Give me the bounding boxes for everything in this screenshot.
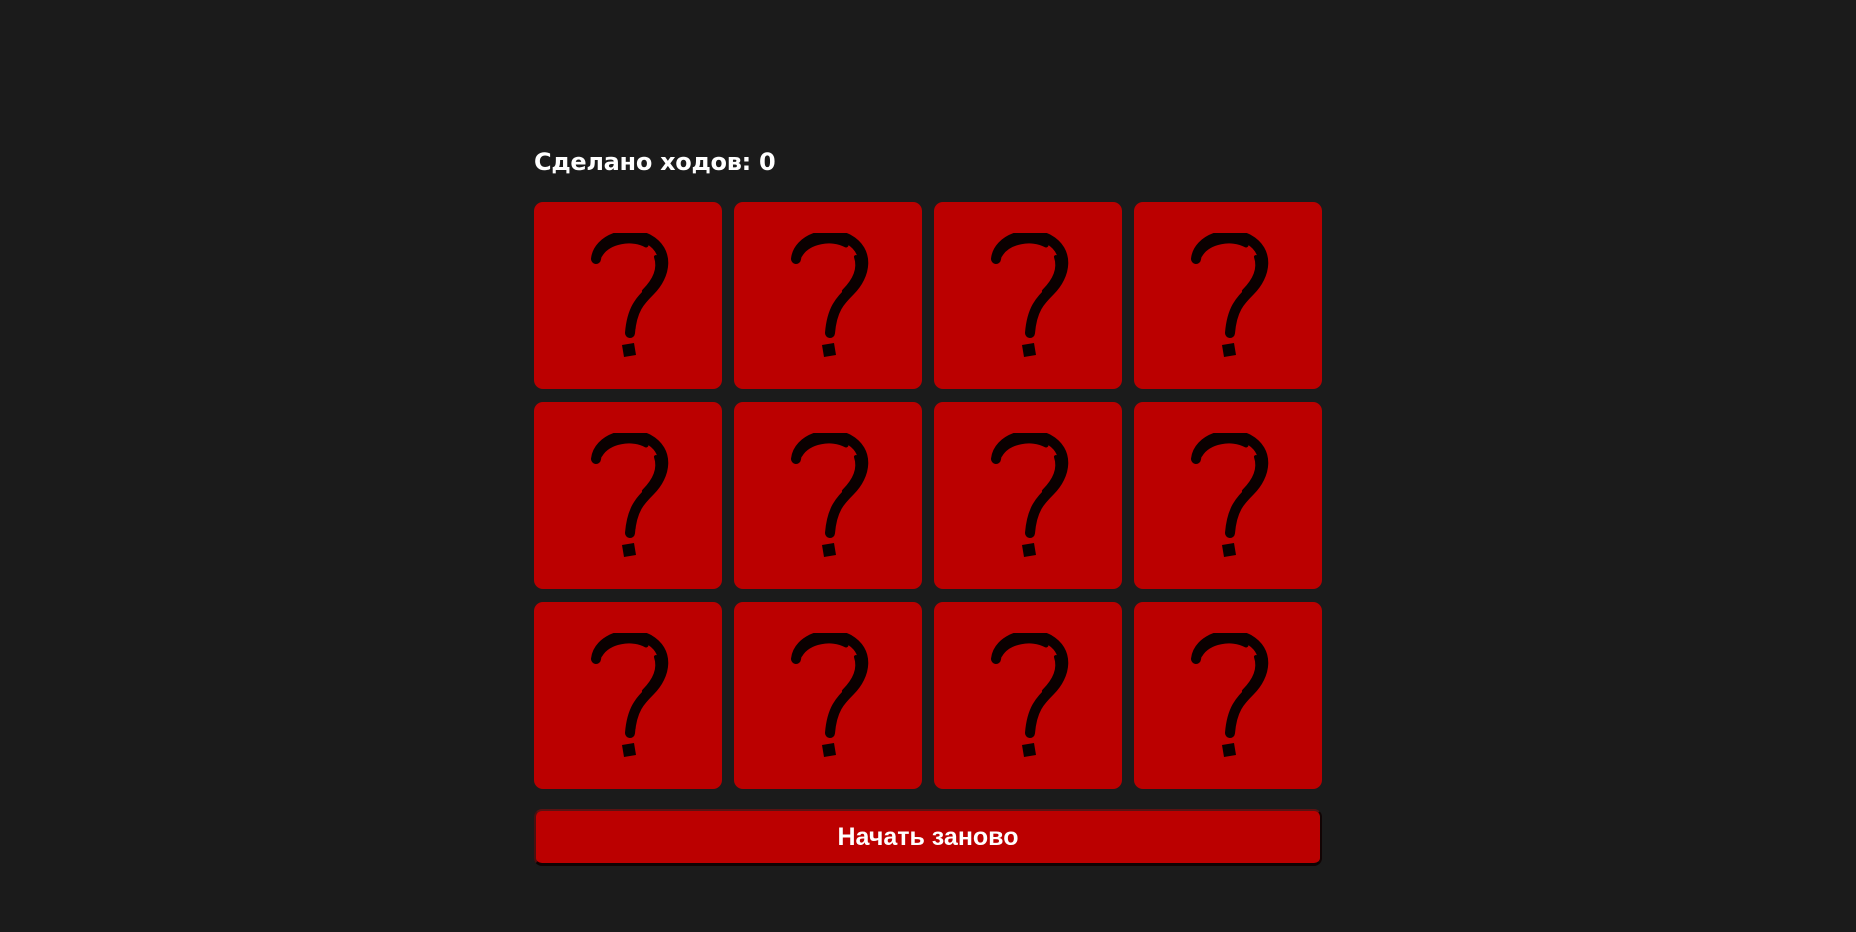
question-mark-icon bbox=[1186, 232, 1270, 359]
question-mark-icon bbox=[786, 232, 870, 359]
restart-button[interactable]: Начать заново bbox=[534, 809, 1322, 866]
card-6[interactable] bbox=[734, 402, 922, 589]
card-7[interactable] bbox=[934, 402, 1122, 589]
question-mark-icon bbox=[586, 232, 670, 359]
card-10[interactable] bbox=[734, 602, 922, 789]
moves-counter: Сделано ходов: 0 bbox=[534, 148, 776, 176]
question-mark-icon bbox=[786, 432, 870, 559]
memory-game: Сделано ходов: 0 Начать заново bbox=[534, 146, 1322, 866]
question-mark-icon bbox=[1186, 632, 1270, 759]
question-mark-icon bbox=[986, 232, 1070, 359]
question-mark-icon bbox=[586, 632, 670, 759]
card-8[interactable] bbox=[1134, 402, 1322, 589]
question-mark-icon bbox=[1186, 432, 1270, 559]
question-mark-icon bbox=[986, 432, 1070, 559]
card-12[interactable] bbox=[1134, 602, 1322, 789]
card-1[interactable] bbox=[534, 202, 722, 389]
question-mark-icon bbox=[786, 632, 870, 759]
card-board bbox=[534, 202, 1322, 789]
card-5[interactable] bbox=[534, 402, 722, 589]
question-mark-icon bbox=[586, 432, 670, 559]
card-3[interactable] bbox=[934, 202, 1122, 389]
card-9[interactable] bbox=[534, 602, 722, 789]
question-mark-icon bbox=[986, 632, 1070, 759]
card-4[interactable] bbox=[1134, 202, 1322, 389]
card-11[interactable] bbox=[934, 602, 1122, 789]
card-2[interactable] bbox=[734, 202, 922, 389]
